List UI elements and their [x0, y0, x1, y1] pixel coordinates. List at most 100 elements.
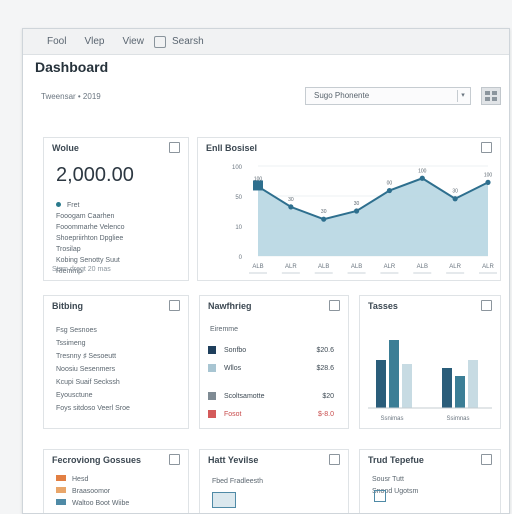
x-tick-label: Ssimnas [446, 416, 469, 422]
sales-card-title: Tasses [368, 301, 398, 311]
x-tick-label: ALB [351, 264, 362, 270]
data-point [452, 196, 458, 202]
sales-card: Tasses Ssnimas Ssimnas [359, 295, 501, 429]
detail-line: Fooogam Caarhen [56, 213, 115, 220]
expand-icon[interactable] [481, 300, 492, 311]
page-title: Dashboard [35, 59, 109, 75]
x-tick-label: ALR [285, 264, 297, 270]
reconciling-item: Braasoomor [56, 486, 129, 498]
staff-line: Sousr Tutt [372, 476, 404, 483]
data-label: 30 [288, 197, 294, 203]
data-label: 100 [484, 172, 493, 178]
billing-line: Tresnny ♯ Sesoeutt [56, 353, 117, 360]
highlight-marker [253, 180, 263, 191]
x-tick-label: ALB [318, 264, 329, 270]
pricing-row: Fosot $-8.0 [208, 408, 340, 422]
checkbox-icon[interactable] [374, 490, 386, 502]
detail-line: Kobing Senotty Suut [56, 257, 120, 264]
grid-cell-icon [492, 97, 497, 101]
data-point [321, 216, 327, 222]
grid-cell-icon [492, 91, 497, 95]
pricing-row: Wllos $28.6 [208, 362, 340, 376]
billing-line: Tssimeng [56, 340, 86, 347]
color-swatch [208, 364, 216, 373]
expand-icon[interactable] [329, 300, 340, 311]
reconciling-item: Waltoo Boot Wiibe [56, 498, 129, 510]
detail-line: Shoepriirhton Dpgliee [56, 235, 124, 242]
x-tick-label: ALR [449, 264, 461, 270]
grid-cell-icon [485, 97, 490, 101]
expand-icon[interactable] [169, 454, 180, 465]
staff-card-title: Trud Tepefue [368, 455, 424, 465]
grid-cell-icon [485, 91, 490, 95]
expand-icon[interactable] [481, 142, 492, 153]
value-footer: Stsm dregt 20 mas [52, 266, 111, 273]
legend-dot-icon [56, 202, 61, 207]
pricing-row: Scoltsamotte $20 [208, 390, 340, 404]
value-card: Wolue 2,000.00 Fret Fooogam Caarhen Fooo… [43, 137, 189, 281]
trend-card: Enll Bosisel 100 50 10 0 100 ALB 30 ALR 30 ALB 30 A… [197, 137, 501, 281]
sales-chart: Ssnimas Ssimnas [368, 340, 492, 422]
search-menu-icon[interactable] [153, 35, 166, 48]
reconciling-card: Fecroviong Gossues Hesd Braasoomor Walto… [43, 449, 189, 513]
data-point [353, 208, 360, 214]
bar [442, 368, 452, 408]
big-value: 2,000.00 [56, 164, 134, 186]
bar [376, 360, 386, 408]
expand-icon[interactable] [481, 454, 492, 465]
data-label: 30 [354, 201, 360, 207]
view-select[interactable]: Sugo Phonente ▾ [305, 87, 471, 105]
expand-icon[interactable] [169, 300, 180, 311]
color-swatch [208, 410, 216, 419]
y-tick-label: 50 [235, 195, 242, 201]
color-swatch [208, 346, 216, 355]
x-tick-label: ALB [252, 264, 263, 270]
bar [468, 360, 478, 408]
data-label: 00 [387, 181, 393, 187]
x-tick-label: Ssnimas [380, 416, 403, 422]
data-point [485, 179, 491, 185]
chevron-down-icon[interactable]: ▾ [457, 90, 468, 102]
staff-card: Trud Tepefue Sousr Tutt Snood Ugotsm [359, 449, 501, 513]
color-swatch [208, 392, 216, 401]
expand-icon[interactable] [169, 142, 180, 153]
x-tick-label: ALR [482, 264, 494, 270]
status-card-title: Hatt Yevilse [208, 455, 259, 465]
view-select-value: Sugo Phonente [314, 91, 370, 100]
data-label: 30 [452, 189, 458, 195]
status-line: Fbed Fradleesth [212, 478, 263, 485]
status-card: Hatt Yevilse Fbed Fradleesth [199, 449, 349, 513]
bar [455, 376, 465, 408]
billing-line: Kcupi Suaif Seckssh [56, 379, 120, 386]
layout-grid-button[interactable] [481, 87, 501, 105]
trend-card-title: Enll Bosisel [206, 143, 258, 153]
y-tick-label: 100 [232, 165, 243, 171]
expand-icon[interactable] [329, 454, 340, 465]
data-label: 100 [418, 168, 427, 174]
value-card-title: Wolue [52, 143, 79, 153]
x-tick-label: ALB [417, 264, 428, 270]
trend-chart: 10050100100ALB30ALR30ALB30ALB00ALR100ALB… [232, 165, 497, 274]
pricing-row: Sonfbo $20.6 [208, 344, 340, 358]
pricing-card: Nawfhrieg Eiremme Sonfbo $20.6 Wllos $28.6… [199, 295, 349, 429]
bar [402, 364, 412, 408]
menu-item[interactable]: Vlep [84, 36, 104, 47]
bar [389, 340, 399, 408]
detail-line: Fooommarhe Velenco [56, 224, 125, 231]
x-tick-label: ALR [384, 264, 396, 270]
status-swatch [56, 487, 66, 493]
menu-item[interactable]: View [122, 36, 144, 47]
data-label: 30 [321, 209, 327, 215]
toolbar: Tweensar • 2019 Sugo Phonente ▾ [23, 85, 509, 113]
date-range[interactable]: Tweensar • 2019 [41, 89, 161, 105]
billing-card: Bitbing Fsg Sesnoes Tssimeng Tresnny ♯ S… [43, 295, 189, 429]
legend-item: Fret [56, 200, 124, 211]
billing-line: Fsg Sesnoes [56, 327, 97, 334]
billing-line: Foys sitdoso Veerl Sroe [56, 405, 130, 412]
menu-item[interactable]: Fool [47, 36, 66, 47]
pricing-subtitle: Eiremme [210, 326, 239, 333]
menu-item[interactable]: Searsh [172, 36, 204, 47]
billing-line: Noosiu Sesenmers [56, 366, 116, 373]
status-swatch [56, 475, 66, 481]
reconciling-item: Hesd [56, 474, 129, 486]
